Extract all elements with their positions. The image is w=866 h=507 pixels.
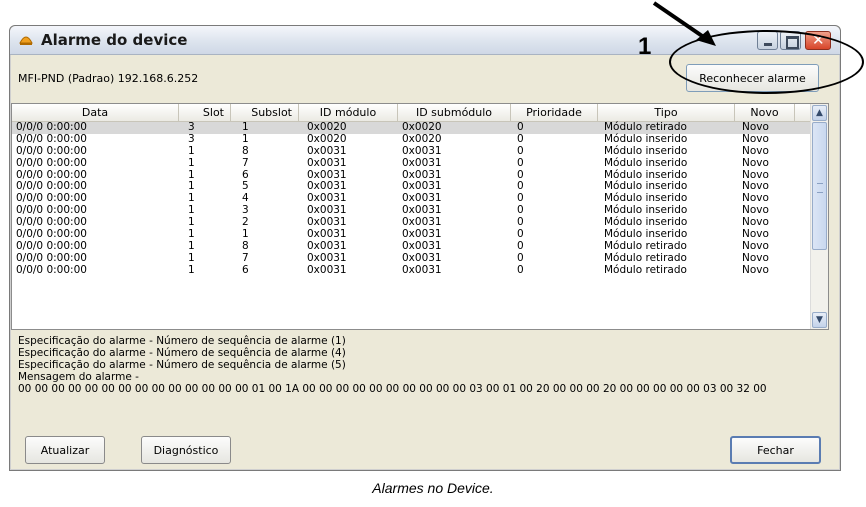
table-cell: 0x0031	[402, 156, 442, 169]
table-cell: Novo	[742, 144, 769, 157]
column-header-subslot[interactable]: Subslot	[231, 104, 299, 121]
table-row[interactable]: 0/0/0 0:00:00 3 1 0x0020 0x0020 0 Módulo inser…	[12, 132, 812, 146]
alarm-list[interactable]: Data Slot Subslot ID módulo ID submódulo…	[11, 103, 829, 330]
alarm-dialog: Alarme do device ✕ MFI-PND (Padrao) 192.…	[9, 25, 841, 471]
column-header-tipo[interactable]: Tipo	[598, 104, 735, 121]
table-cell: 6	[242, 263, 249, 276]
table-cell: 0	[517, 251, 524, 264]
table-cell: 7	[242, 156, 249, 169]
table-cell: 0/0/0 0:00:00	[16, 263, 87, 276]
detail-line: Especificação do alarme - Número de sequ…	[18, 347, 346, 359]
alarm-details: Especificação do alarme - Número de sequ…	[18, 335, 833, 395]
table-cell: Novo	[742, 132, 769, 145]
table-cell: 1	[188, 263, 195, 276]
device-label: MFI-PND (Padrao) 192.168.6.252	[18, 72, 199, 85]
table-cell: 0x0020	[402, 132, 442, 145]
alarm-list-header: Data Slot Subslot ID módulo ID submódulo…	[12, 104, 812, 122]
column-header-id-modulo[interactable]: ID módulo	[299, 104, 398, 121]
table-cell: Módulo inserido	[604, 156, 688, 169]
close-button[interactable]: Fechar	[730, 436, 821, 464]
table-cell: 0/0/0 0:00:00	[16, 132, 87, 145]
alarm-device-icon	[19, 36, 33, 45]
annotation-marker: 1	[638, 33, 652, 60]
update-button[interactable]: Atualizar	[25, 436, 105, 464]
table-cell: 0	[517, 263, 524, 276]
window-title: Alarme do device	[41, 31, 188, 49]
table-cell: 0x0031	[307, 251, 347, 264]
table-cell: Novo	[742, 156, 769, 169]
column-header-id-submodulo[interactable]: ID submódulo	[398, 104, 511, 121]
table-cell: Módulo retirado	[604, 251, 687, 264]
table-cell: 7	[242, 251, 249, 264]
table-row[interactable]: 0/0/0 0:00:00 1 7 0x0031 0x0031 0 Módulo inser…	[12, 156, 812, 170]
table-cell: 0x0020	[307, 132, 347, 145]
table-cell: 0	[517, 144, 524, 157]
table-cell: Novo	[742, 263, 769, 276]
table-cell: 1	[188, 251, 195, 264]
detail-line: Mensagem do alarme -	[18, 371, 139, 383]
column-header-novo[interactable]: Novo	[735, 104, 795, 121]
scroll-up-icon[interactable]: ▲	[812, 105, 827, 121]
table-cell: 0/0/0 0:00:00	[16, 144, 87, 157]
vertical-scrollbar[interactable]: ▲ ▼	[810, 104, 828, 329]
table-cell: 1	[188, 156, 195, 169]
pointer-arrow-icon	[652, 1, 716, 46]
detail-line: Especificação do alarme - Número de sequ…	[18, 359, 346, 371]
table-cell: 8	[242, 144, 249, 157]
table-cell: 0/0/0 0:00:00	[16, 156, 87, 169]
table-row[interactable]: 0/0/0 0:00:00 1 8 0x0031 0x0031 0 Módulo inser…	[12, 144, 812, 158]
table-cell: Novo	[742, 251, 769, 264]
column-header-data[interactable]: Data	[12, 104, 179, 121]
table-row[interactable]: 0/0/0 0:00:00 1 7 0x0031 0x0031 0 Módulo retir…	[12, 251, 812, 265]
diagnostics-button[interactable]: Diagnóstico	[141, 436, 231, 464]
scrollbar-thumb[interactable]	[812, 122, 827, 250]
table-cell: 0x0031	[307, 156, 347, 169]
table-cell: 1	[242, 132, 249, 145]
table-cell: 0x0031	[402, 263, 442, 276]
detail-line: Especificação do alarme - Número de sequ…	[18, 335, 346, 347]
table-cell: 0	[517, 156, 524, 169]
table-cell: 0/0/0 0:00:00	[16, 251, 87, 264]
table-cell: Módulo inserido	[604, 144, 688, 157]
table-row[interactable]: 0/0/0 0:00:00 1 8 0x0031 0x0031 0 Módulo retir…	[12, 240, 812, 253]
table-row[interactable]: 0/0/0 0:00:00 1 6 0x0031 0x0031 0 Módulo retir…	[12, 263, 812, 277]
table-cell: 0x0031	[402, 144, 442, 157]
table-cell: 0	[517, 132, 524, 145]
alarm-list-body: 0/0/0 0:00:00 3 1 0x0020 0x0020 0 Módulo retir…	[12, 121, 812, 277]
column-header-prioridade[interactable]: Prioridade	[511, 104, 598, 121]
table-cell: Módulo retirado	[604, 263, 687, 276]
alarm-message-hex: 00 00 00 00 00 00 00 00 00 00 00 00 00 0…	[18, 383, 767, 395]
table-cell: 1	[188, 144, 195, 157]
scroll-down-icon[interactable]: ▼	[812, 312, 827, 328]
column-header-slot[interactable]: Slot	[179, 104, 231, 121]
table-cell: 0x0031	[307, 263, 347, 276]
figure-caption: Alarmes no Device.	[372, 480, 494, 496]
table-cell: Módulo inserido	[604, 132, 688, 145]
table-cell: 0x0031	[402, 251, 442, 264]
table-cell: 0x0031	[307, 144, 347, 157]
table-cell: 3	[188, 132, 195, 145]
